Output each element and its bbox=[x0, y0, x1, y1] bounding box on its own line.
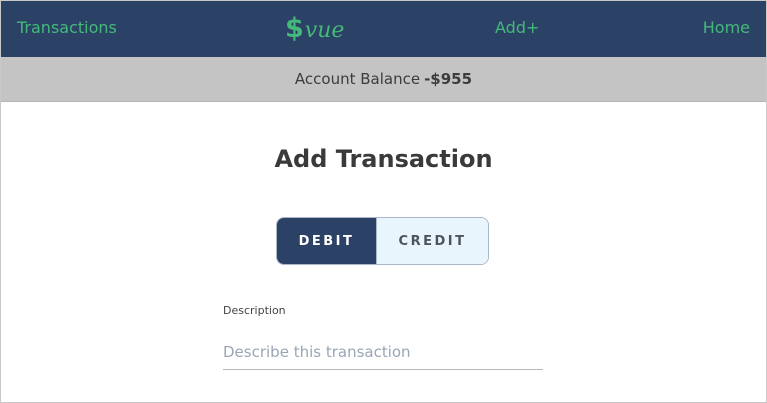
debit-button[interactable]: DEBIT bbox=[277, 218, 376, 264]
brand-dollar-sign: $ bbox=[285, 13, 304, 44]
balance-label: Account Balance bbox=[294, 70, 421, 88]
account-balance-bar: Account Balance -$955 bbox=[1, 57, 766, 102]
balance-amount: -$955 bbox=[424, 70, 473, 88]
credit-button[interactable]: CREDIT bbox=[376, 218, 488, 264]
top-navbar: Transactions $ vue Add+ Home bbox=[1, 1, 766, 57]
description-label: Description bbox=[223, 304, 286, 317]
app-window: Transactions $ vue Add+ Home Account Bal… bbox=[0, 0, 767, 403]
page-title: Add Transaction bbox=[274, 145, 493, 173]
nav-transactions-link[interactable]: Transactions bbox=[17, 18, 117, 38]
description-input[interactable] bbox=[223, 335, 543, 370]
transaction-type-toggle: DEBIT CREDIT bbox=[276, 217, 489, 265]
brand-logo[interactable]: $ vue bbox=[285, 13, 344, 45]
nav-add-link[interactable]: Add+ bbox=[495, 18, 539, 38]
brand-wordmark: vue bbox=[304, 18, 345, 43]
nav-home-link[interactable]: Home bbox=[703, 18, 750, 38]
